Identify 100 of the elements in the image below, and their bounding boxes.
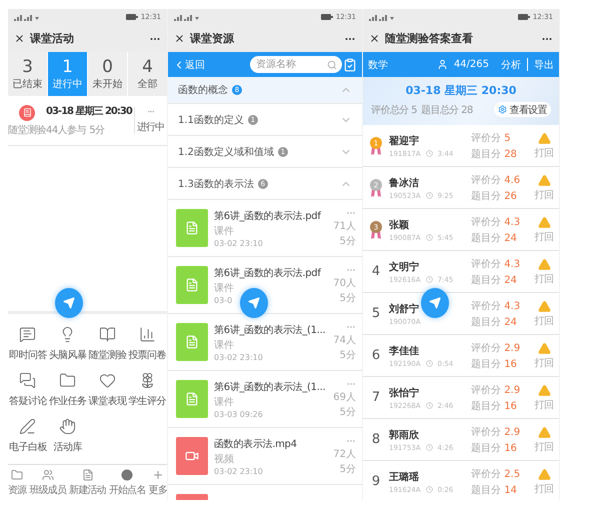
file-row[interactable]: 第6讲_函数的表示法_(1... 课件 03-02 23:10 74人 5分	[168, 314, 362, 371]
people-icon	[42, 469, 54, 481]
warning-icon	[538, 216, 550, 228]
book-icon	[98, 326, 116, 343]
view-count: 70人	[333, 277, 356, 290]
close-icon[interactable]	[369, 33, 380, 44]
battery-icon	[320, 14, 333, 20]
filter-tab[interactable]: 4 全部	[128, 52, 167, 96]
bottom-bar-item[interactable]: 开始点名	[108, 469, 146, 497]
clock-icon	[426, 276, 433, 283]
view-count: 74人	[333, 334, 356, 347]
quiz-date: 03-18 星期三 20:30	[406, 83, 516, 98]
file-date: 03-02 23:10	[214, 238, 263, 248]
rating-score: 评价分 4.3	[471, 300, 522, 312]
bar-chart-icon	[138, 326, 156, 343]
file-date: 03-0	[214, 296, 232, 304]
duration: 5分	[89, 124, 105, 137]
tool-item[interactable]: 投票问卷	[127, 326, 167, 362]
tool-item[interactable]: 活动库	[48, 418, 88, 454]
warning-icon	[538, 174, 550, 186]
view-count: 71人	[333, 220, 356, 233]
student-name: 鲁冰洁	[389, 176, 419, 190]
user-icon	[436, 59, 448, 70]
student-name: 张怡宁	[389, 386, 419, 400]
rank-number: 6	[370, 348, 382, 363]
file-type: 课件	[214, 338, 234, 352]
rating-score: 评价分 4.3	[471, 258, 522, 270]
tool-item[interactable]: 头脑风暴	[48, 326, 88, 362]
close-icon[interactable]	[174, 33, 185, 44]
warning-icon	[538, 258, 550, 270]
bottom-bar-item[interactable]: 资源	[8, 469, 26, 497]
folder-icon	[59, 372, 76, 389]
rating-score: 评价分 4.6	[471, 174, 522, 186]
file-date: 03-02 23:10	[214, 466, 263, 476]
gear-icon	[498, 105, 508, 114]
tool-item[interactable]: 随堂测验	[88, 326, 128, 362]
bottom-bar-item[interactable]: 班级成员	[29, 469, 66, 497]
rank-number: 8	[370, 432, 382, 447]
question-score: 题目分 28	[471, 148, 518, 160]
close-icon[interactable]	[14, 33, 25, 44]
bottom-bar-item[interactable]: 更多	[148, 469, 167, 497]
dot-icon	[121, 469, 134, 481]
submission-count: 44/265	[454, 59, 489, 70]
rating-score: 评价分 2.5	[471, 468, 522, 480]
activity-card[interactable]: 随堂测验 03-18 星期三 20:30 44人参与 5分 ··· 进行中	[8, 96, 167, 146]
filter-tab[interactable]: 0 未开始	[88, 52, 127, 96]
bottom-bar-item[interactable]: 新建活动	[69, 469, 106, 497]
document-icon	[82, 469, 94, 481]
tool-item[interactable]: 答疑讨论	[8, 372, 48, 408]
screen-title: 课堂资源	[190, 31, 235, 46]
activity-title: 03-18 星期三 20:30	[46, 104, 132, 118]
participants: 44人参与	[46, 124, 86, 137]
warning-icon	[538, 426, 550, 438]
warning-icon	[538, 468, 550, 480]
rank-number: 9	[370, 474, 382, 489]
signal-icon	[369, 14, 395, 20]
clock-icon	[426, 192, 433, 199]
warning-icon	[538, 342, 550, 354]
file-name: 第6讲_函数的表示法.pdf	[214, 210, 321, 222]
rank-number: 7	[370, 390, 382, 405]
question-score: 题目分 16	[471, 358, 518, 370]
screen-title: 课堂活动	[30, 31, 75, 46]
search-field[interactable]: 资源名称	[250, 56, 342, 73]
battery-icon	[126, 14, 138, 20]
activity-type: 随堂测验	[8, 124, 46, 136]
clock-icon	[426, 486, 433, 493]
tool-item[interactable]: 课堂表现	[88, 372, 128, 408]
tool-item[interactable]: 电子白板	[8, 418, 48, 454]
file-duration: 5分	[340, 235, 356, 248]
file-row[interactable]: 第6讲_函数的表示法.pdf 课件 03-02 23:10 71人 5分	[168, 200, 362, 257]
file-row[interactable]: 函数的表示法.mp4 视频 03-02 23:10 72人 5分	[168, 428, 362, 485]
filter-tab[interactable]: 3 已结束	[8, 52, 47, 96]
plus-icon	[152, 469, 164, 481]
file-row[interactable]: 第6讲_函数的表示法_(1... 课件 03-03 09:26 69人 5分	[168, 371, 362, 428]
quiz-icon	[19, 104, 35, 120]
rank-number: 5	[370, 306, 382, 321]
tool-item[interactable]: 即时问答	[8, 326, 48, 362]
warning-icon	[538, 300, 550, 312]
hand-icon	[59, 418, 76, 435]
rating-score: 评价分 5	[471, 132, 512, 144]
folder-icon	[11, 469, 24, 481]
student-name: 文明宁	[389, 260, 419, 274]
file-duration: 5分	[340, 463, 356, 476]
chapter-title: 1.1函数的定义	[178, 114, 244, 126]
send-button[interactable]	[421, 288, 449, 318]
tool-item[interactable]: 学生评分	[127, 372, 167, 408]
activity-status: 进行中	[137, 120, 164, 134]
total-rating: 评价总分 5	[371, 104, 417, 116]
tool-item[interactable]: 作业任务	[48, 372, 88, 408]
question-score: 题目分 24	[471, 316, 518, 328]
pen-icon	[19, 418, 36, 435]
question-score: 题目分 14	[471, 484, 518, 496]
clipboard-check-icon[interactable]	[343, 58, 357, 72]
file-type: 课件	[214, 282, 234, 294]
send-button[interactable]	[240, 288, 268, 318]
send-button[interactable]	[55, 288, 83, 318]
student-name: 李佳佳	[389, 344, 419, 358]
view-settings-button[interactable]: 查看设置	[494, 102, 551, 117]
clock-icon	[426, 150, 433, 157]
file-type: 课件	[214, 396, 234, 408]
